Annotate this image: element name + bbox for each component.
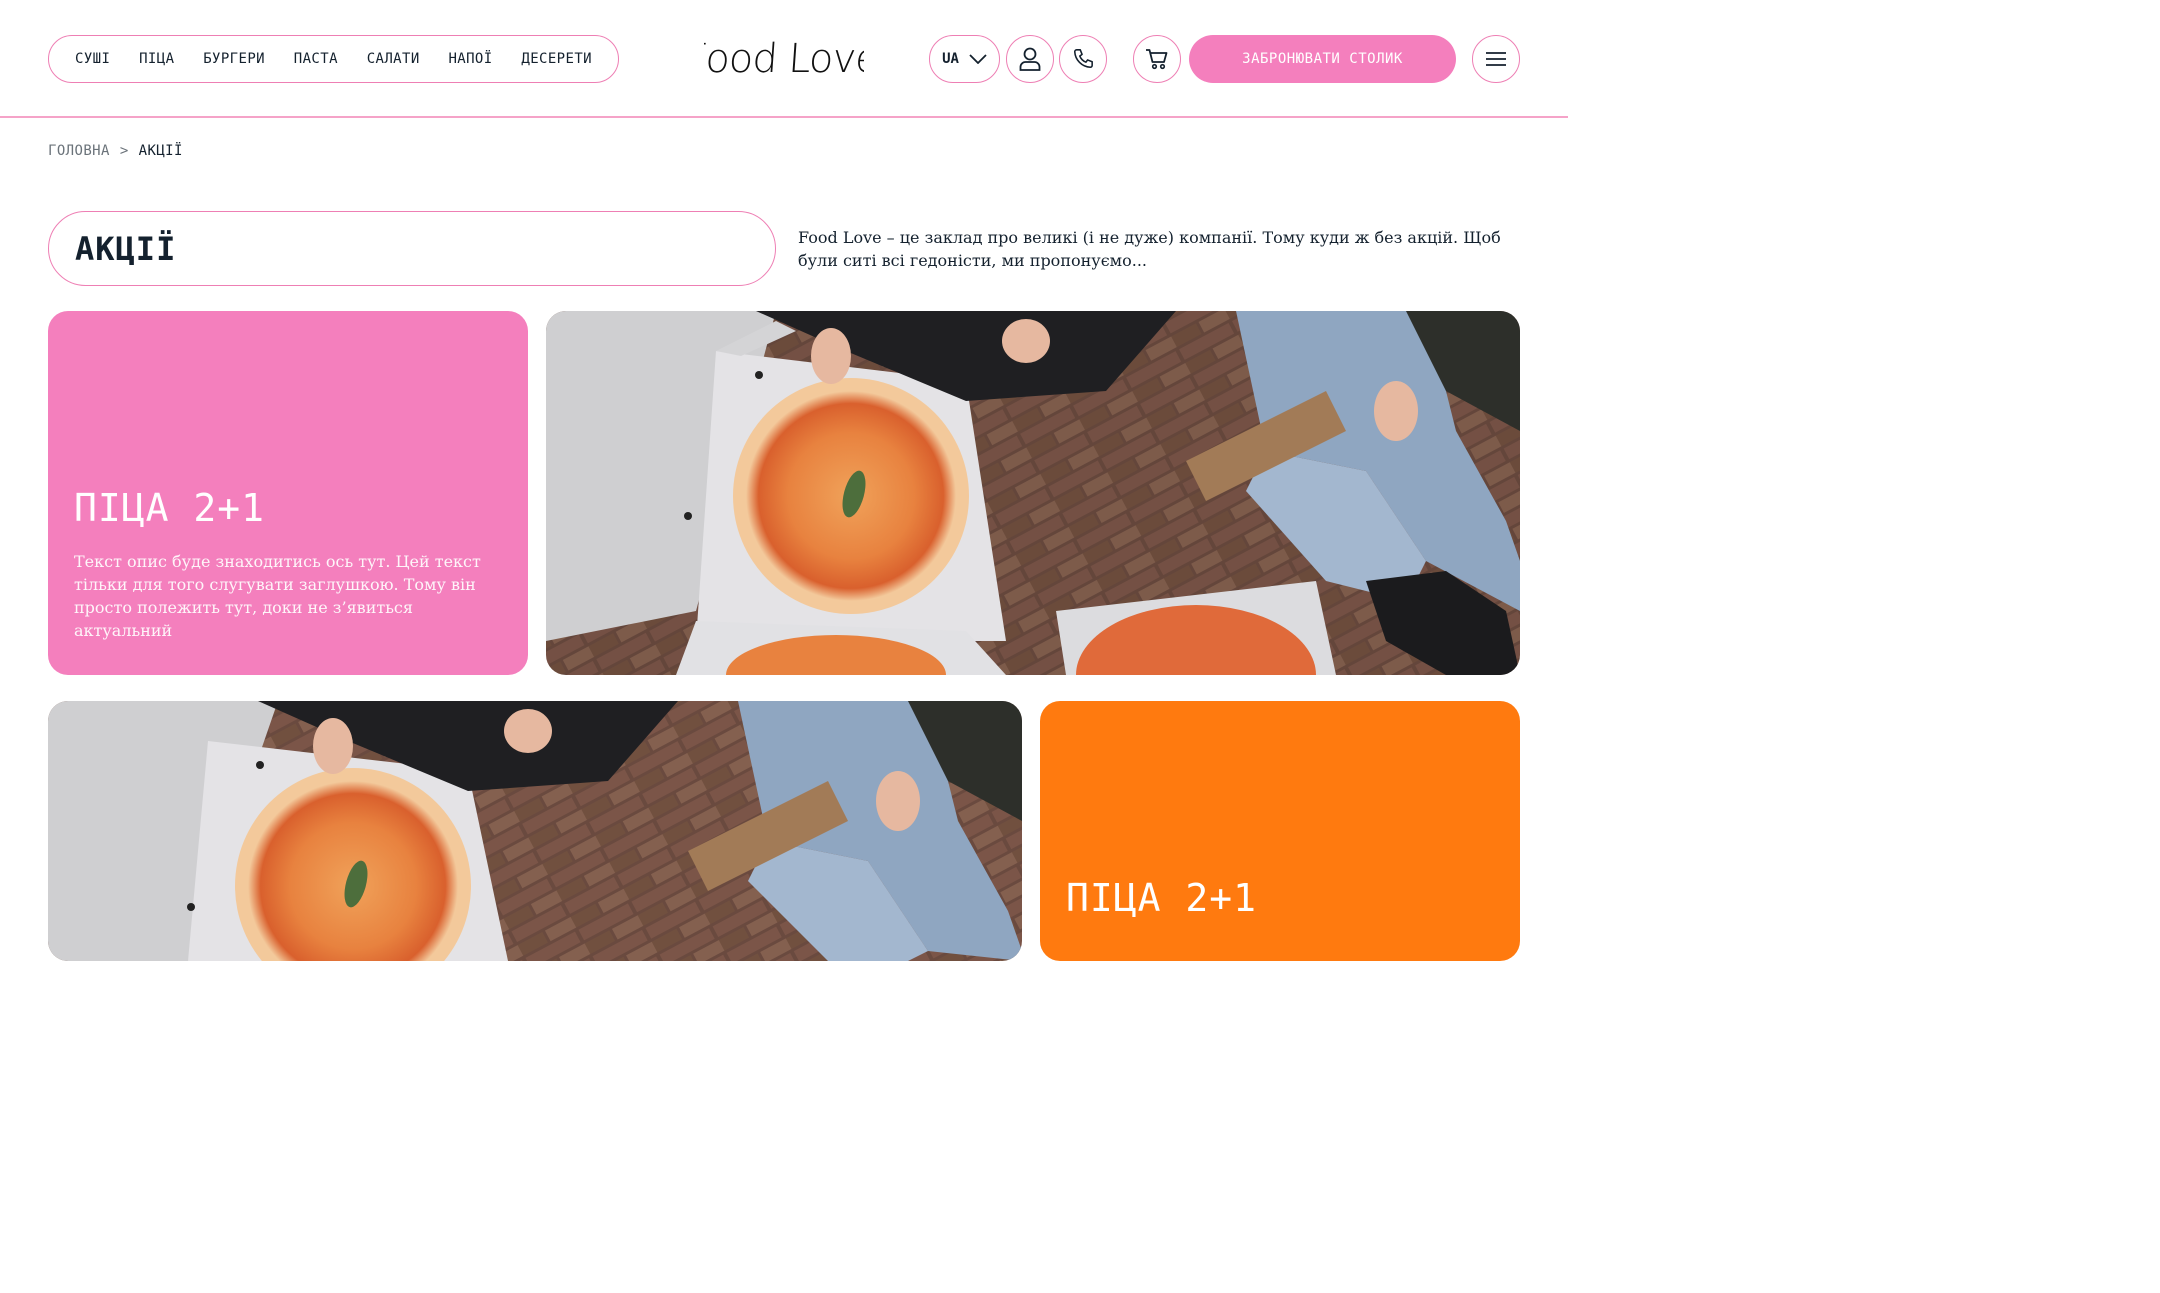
nav-item-burgers[interactable]: БУРГЕРИ (203, 51, 265, 67)
promo-photo-pizza (48, 701, 1022, 961)
user-icon (1019, 47, 1041, 71)
breadcrumb-separator: > (119, 143, 129, 159)
promo-description: Текст опис буде знаходитись ось тут. Цей… (74, 552, 481, 640)
cart-icon (1145, 48, 1169, 70)
nav-item-pasta[interactable]: ПАСТА (294, 51, 338, 67)
page-title: АКЦІЇ (75, 229, 177, 268)
cart-button[interactable] (1133, 35, 1181, 83)
nav-item-drinks[interactable]: НАПОЇ (448, 51, 492, 67)
account-button[interactable] (1006, 35, 1054, 83)
site-header: СУШІ ПІЦА БУРГЕРИ ПАСТА САЛАТИ НАПОЇ ДЕС… (0, 0, 1568, 118)
category-nav: СУШІ ПІЦА БУРГЕРИ ПАСТА САЛАТИ НАПОЇ ДЕС… (48, 35, 619, 83)
promo-title: ПІЦА 2+1 (74, 486, 266, 530)
phone-icon (1072, 48, 1094, 70)
page-title-container: АКЦІЇ (48, 211, 776, 286)
nav-item-salads[interactable]: САЛАТИ (367, 51, 420, 67)
promo-title: ПІЦА 2+1 (1066, 876, 1258, 920)
logo[interactable]: Food Love (704, 28, 864, 88)
breadcrumb-home[interactable]: ГОЛОВНА (48, 143, 110, 159)
nav-item-pizza[interactable]: ПІЦА (139, 51, 174, 67)
menu-icon (1485, 51, 1507, 67)
page-intro: Food Love – це заклад про великі (і не д… (798, 228, 1501, 270)
language-selector[interactable]: UA (929, 35, 1000, 83)
promo-photo-pizza (546, 311, 1520, 675)
phone-button[interactable] (1059, 35, 1107, 83)
nav-item-sushi[interactable]: СУШІ (75, 51, 110, 67)
breadcrumb-current: АКЦІЇ (138, 143, 183, 159)
menu-button[interactable] (1472, 35, 1520, 83)
promo-card[interactable]: ПІЦА 2+1 Текст опис буде знаходитись ось… (48, 311, 528, 675)
promo-card[interactable]: ПІЦА 2+1 (1040, 701, 1520, 961)
nav-item-desserts[interactable]: ДЕСЕРЕТИ (521, 51, 592, 67)
breadcrumb: ГОЛОВНА > АКЦІЇ (48, 143, 183, 159)
language-label: UA (942, 51, 959, 67)
chevron-down-icon (969, 54, 987, 64)
book-table-button[interactable]: ЗАБРОНЮВАТИ СТОЛИК (1189, 35, 1456, 83)
logo-text: Food Love (704, 36, 864, 82)
